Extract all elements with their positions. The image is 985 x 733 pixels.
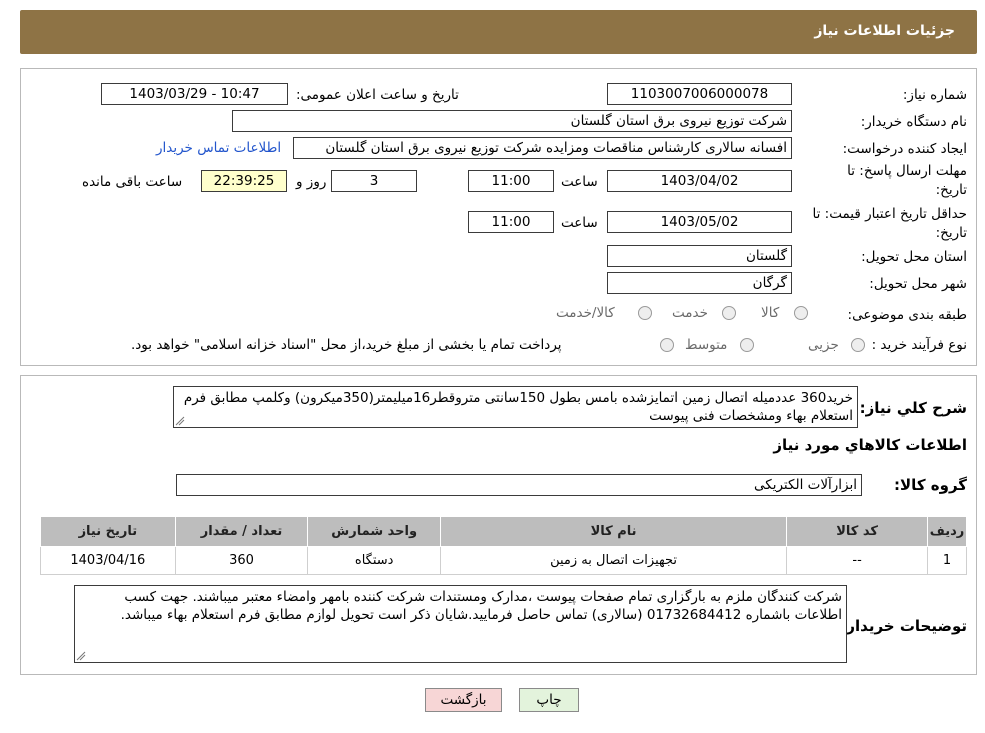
- category-radio-service[interactable]: [722, 306, 736, 320]
- buyer-notes-text: شرکت کنندگان ملزم به بارگزاری تمام صفحات…: [120, 589, 842, 623]
- days-field[interactable]: 3: [331, 170, 417, 192]
- city-label: شهر محل تحویل:: [869, 276, 967, 292]
- col-item-code: کد کالا: [786, 516, 929, 547]
- table-row[interactable]: 1403/04/16 360 دستگاه تجهیزات اتصال به ز…: [40, 546, 967, 575]
- description-text: خرید360 عددمیله اتصال زمین اتمایزشده بام…: [183, 390, 853, 424]
- buyer-contact-link[interactable]: اطلاعات تماس خریدار: [156, 140, 281, 156]
- category-option-goods: کالا: [761, 305, 780, 321]
- remaining-time-label: ساعت باقی مانده: [82, 174, 183, 190]
- process-option-minor: جزیی: [808, 337, 839, 353]
- deadline-date-field[interactable]: 1403/04/02: [607, 170, 792, 192]
- province-field[interactable]: گلستان: [607, 245, 792, 267]
- buyer-notes-label: توضیحات خریدار:: [840, 617, 967, 635]
- page-title: جزئیات اطلاعات نیاز: [814, 23, 955, 39]
- process-radio-minor[interactable]: [851, 338, 865, 352]
- cell-quantity: 360: [174, 546, 309, 575]
- price-validity-label-date: تاریخ:: [935, 225, 967, 241]
- price-validity-date-field[interactable]: 1403/05/02: [607, 211, 792, 233]
- cell-item-code: --: [786, 546, 929, 575]
- category-radio-goods-service[interactable]: [638, 306, 652, 320]
- price-validity-time-field[interactable]: 11:00: [468, 211, 554, 233]
- creator-field[interactable]: افسانه سالاری کارشناس مناقصات ومزایده شر…: [293, 137, 792, 159]
- buyer-org-field[interactable]: شرکت توزیع نیروی برق استان گلستان: [232, 110, 792, 132]
- cell-item-name: تجهیزات اتصال به زمین: [439, 546, 788, 575]
- deadline-label-date: تاریخ:: [935, 182, 967, 198]
- cell-need-date: 1403/04/16: [40, 546, 176, 575]
- deadline-label: مهلت ارسال پاسخ: تا: [847, 163, 967, 179]
- price-validity-time-label: ساعت: [561, 215, 598, 231]
- goods-table: تاریخ نیاز تعداد / مقدار واحد شمارش نام …: [40, 516, 967, 575]
- price-validity-label: حداقل تاریخ اعتبار قیمت: تا: [812, 206, 967, 222]
- province-label: استان محل تحویل:: [861, 249, 967, 265]
- treasury-note: پرداخت تمام یا بخشی از مبلغ خرید،از محل …: [131, 337, 562, 353]
- cell-row-number: 1: [927, 546, 967, 575]
- page-header: جزئیات اطلاعات نیاز: [20, 10, 977, 54]
- goods-table-header: تاریخ نیاز تعداد / مقدار واحد شمارش نام …: [40, 516, 967, 547]
- need-number-field[interactable]: 1103007006000078: [607, 83, 792, 105]
- col-item-name: نام کالا: [439, 516, 788, 547]
- cell-unit: دستگاه: [307, 546, 441, 575]
- col-row-number: رديف: [927, 516, 967, 547]
- process-type-label: نوع فرآیند خرید :: [871, 337, 967, 353]
- announce-date-label: تاریخ و ساعت اعلان عمومی:: [296, 87, 459, 103]
- resize-grip-icon[interactable]: [175, 416, 185, 426]
- category-option-goods-service: کالا/خدمت: [556, 305, 615, 321]
- buyer-notes-textarea[interactable]: شرکت کنندگان ملزم به بارگزاری تمام صفحات…: [74, 585, 847, 663]
- remaining-time-field[interactable]: 22:39:25: [201, 170, 287, 192]
- need-number-label: شماره نیاز:: [902, 87, 967, 103]
- goods-section-title: اطلاعات کالاهاي مورد نياز: [773, 436, 967, 454]
- deadline-time-label: ساعت: [561, 174, 598, 190]
- description-label: شرح کلي نياز:: [859, 399, 967, 417]
- city-field[interactable]: گرگان: [607, 272, 792, 294]
- treasury-checkbox[interactable]: [660, 338, 674, 352]
- resize-grip-icon[interactable]: [76, 651, 86, 661]
- deadline-time-field[interactable]: 11:00: [468, 170, 554, 192]
- process-radio-medium[interactable]: [740, 338, 754, 352]
- buyer-org-label: نام دستگاه خریدار:: [860, 114, 967, 130]
- col-quantity: تعداد / مقدار: [174, 516, 309, 547]
- creator-label: ایجاد کننده درخواست:: [842, 141, 967, 157]
- description-textarea[interactable]: خرید360 عددمیله اتصال زمین اتمایزشده بام…: [173, 386, 858, 428]
- col-need-date: تاریخ نیاز: [40, 516, 176, 547]
- process-option-medium: متوسط: [685, 337, 728, 353]
- goods-group-label: گروه کالا:: [894, 476, 967, 494]
- print-button[interactable]: چاپ: [519, 688, 579, 712]
- category-label: طبقه بندی موضوعی:: [847, 307, 967, 323]
- category-option-service: خدمت: [672, 305, 708, 321]
- goods-group-field[interactable]: ابزارآلات الکتریکی: [176, 474, 862, 496]
- col-unit: واحد شمارش: [307, 516, 441, 547]
- category-radio-goods[interactable]: [794, 306, 808, 320]
- back-button[interactable]: بازگشت: [425, 688, 502, 712]
- announce-date-field[interactable]: 1403/03/29 - 10:47: [101, 83, 288, 105]
- days-label: روز و: [296, 174, 327, 190]
